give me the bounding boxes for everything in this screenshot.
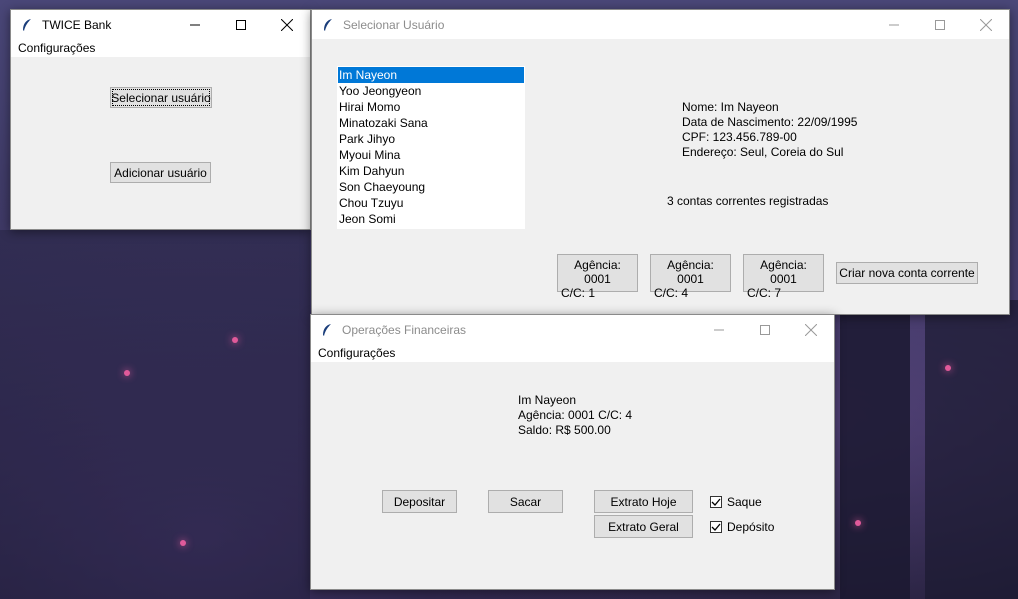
account-agency: Agência: 0001 (667, 258, 714, 286)
list-item[interactable]: Im Nayeon (338, 67, 524, 83)
account-number: C/C: 1 (561, 286, 596, 300)
list-item[interactable]: Park Jihyo (338, 131, 524, 147)
feather-icon (322, 18, 334, 32)
menubar: Configurações (11, 39, 310, 57)
operations-titlebar[interactable]: Operações Financeiras (311, 315, 834, 344)
window-title: Selecionar Usuário (343, 17, 445, 32)
background-shape (0, 230, 310, 599)
user-name-label: Nome: Im Nayeon (682, 100, 779, 114)
main-window: TWICE Bank Configurações Selecionar usuá… (10, 9, 311, 230)
filter-deposit-checkbox[interactable]: Depósito (710, 520, 774, 534)
window-title: Operações Financeiras (342, 322, 467, 337)
checkmark-icon[interactable] (710, 521, 722, 533)
list-item[interactable]: Jeon Somi (338, 211, 524, 227)
background-building (840, 315, 910, 599)
background-light (232, 337, 238, 343)
close-button[interactable] (963, 10, 1009, 39)
list-item[interactable]: Minatozaki Sana (338, 115, 524, 131)
account-number: C/C: 7 (747, 286, 782, 300)
list-item[interactable]: Yoo Jeongyeon (338, 83, 524, 99)
maximize-button[interactable] (917, 10, 963, 39)
close-button[interactable] (264, 10, 310, 39)
account-button[interactable]: Agência: 0001 C/C: 7 (743, 254, 824, 300)
minimize-button[interactable] (696, 315, 742, 344)
close-button[interactable] (788, 315, 834, 344)
select-titlebar[interactable]: Selecionar Usuário (312, 10, 1009, 39)
minimize-button[interactable] (871, 10, 917, 39)
filter-deposit-label: Depósito (727, 520, 775, 534)
account-button[interactable]: Agência: 0001 C/C: 4 (650, 254, 731, 300)
list-item[interactable]: Hirai Momo (338, 99, 524, 115)
background-light (124, 370, 130, 376)
account-info-label: Agência: 0001 C/C: 4 (518, 408, 633, 422)
statement-all-button[interactable]: Extrato Geral (594, 515, 693, 538)
list-item[interactable]: Son Chaeyoung (338, 179, 524, 195)
background-light (855, 520, 861, 526)
statement-today-button[interactable]: Extrato Hoje (594, 490, 693, 513)
account-agency: Agência: 0001 (574, 258, 621, 286)
menu-configuracoes[interactable]: Configurações (18, 41, 95, 55)
window-title: TWICE Bank (42, 17, 112, 32)
minimize-button[interactable] (172, 10, 218, 39)
user-address-label: Endereço: Seul, Coreia do Sul (682, 145, 844, 159)
filter-withdraw-checkbox[interactable]: Saque (710, 495, 762, 509)
add-user-button[interactable]: Adicionar usuário (110, 162, 211, 183)
menubar: Configurações (311, 344, 834, 362)
withdraw-button[interactable]: Sacar (488, 490, 563, 513)
checkmark-icon[interactable] (710, 496, 722, 508)
select-user-button[interactable]: Selecionar usuário (110, 87, 212, 108)
account-agency: Agência: 0001 (760, 258, 807, 286)
background-building (925, 300, 1018, 599)
list-item[interactable]: Chou Tzuyu (338, 195, 524, 211)
user-listbox[interactable]: Im Nayeon Yoo Jeongyeon Hirai Momo Minat… (337, 66, 525, 229)
main-titlebar[interactable]: TWICE Bank (11, 10, 310, 39)
list-item[interactable]: Myoui Mina (338, 147, 524, 163)
list-item[interactable]: Kim Dahyun (338, 163, 524, 179)
user-cpf-label: CPF: 123.456.789-00 (682, 130, 797, 144)
menu-configuracoes[interactable]: Configurações (318, 346, 395, 360)
account-owner-label: Im Nayeon (518, 393, 577, 407)
accounts-count-label: 3 contas correntes registradas (667, 194, 829, 208)
deposit-button[interactable]: Depositar (382, 490, 457, 513)
operations-window: Operações Financeiras Configurações Im N… (310, 314, 835, 590)
feather-icon (321, 323, 333, 337)
background-light (180, 540, 186, 546)
user-birth-label: Data de Nascimento: 22/09/1995 (682, 115, 858, 129)
filter-withdraw-label: Saque (727, 495, 762, 509)
select-user-window: Selecionar Usuário Im Nayeon Yoo Jeongye… (311, 9, 1010, 315)
balance-label: Saldo: R$ 500.00 (518, 423, 611, 437)
account-button[interactable]: Agência: 0001 C/C: 1 (557, 254, 638, 300)
feather-icon (21, 18, 33, 32)
maximize-button[interactable] (742, 315, 788, 344)
account-number: C/C: 4 (654, 286, 689, 300)
maximize-button[interactable] (218, 10, 264, 39)
background-light (945, 365, 951, 371)
new-account-button[interactable]: Criar nova conta corrente (836, 262, 978, 284)
